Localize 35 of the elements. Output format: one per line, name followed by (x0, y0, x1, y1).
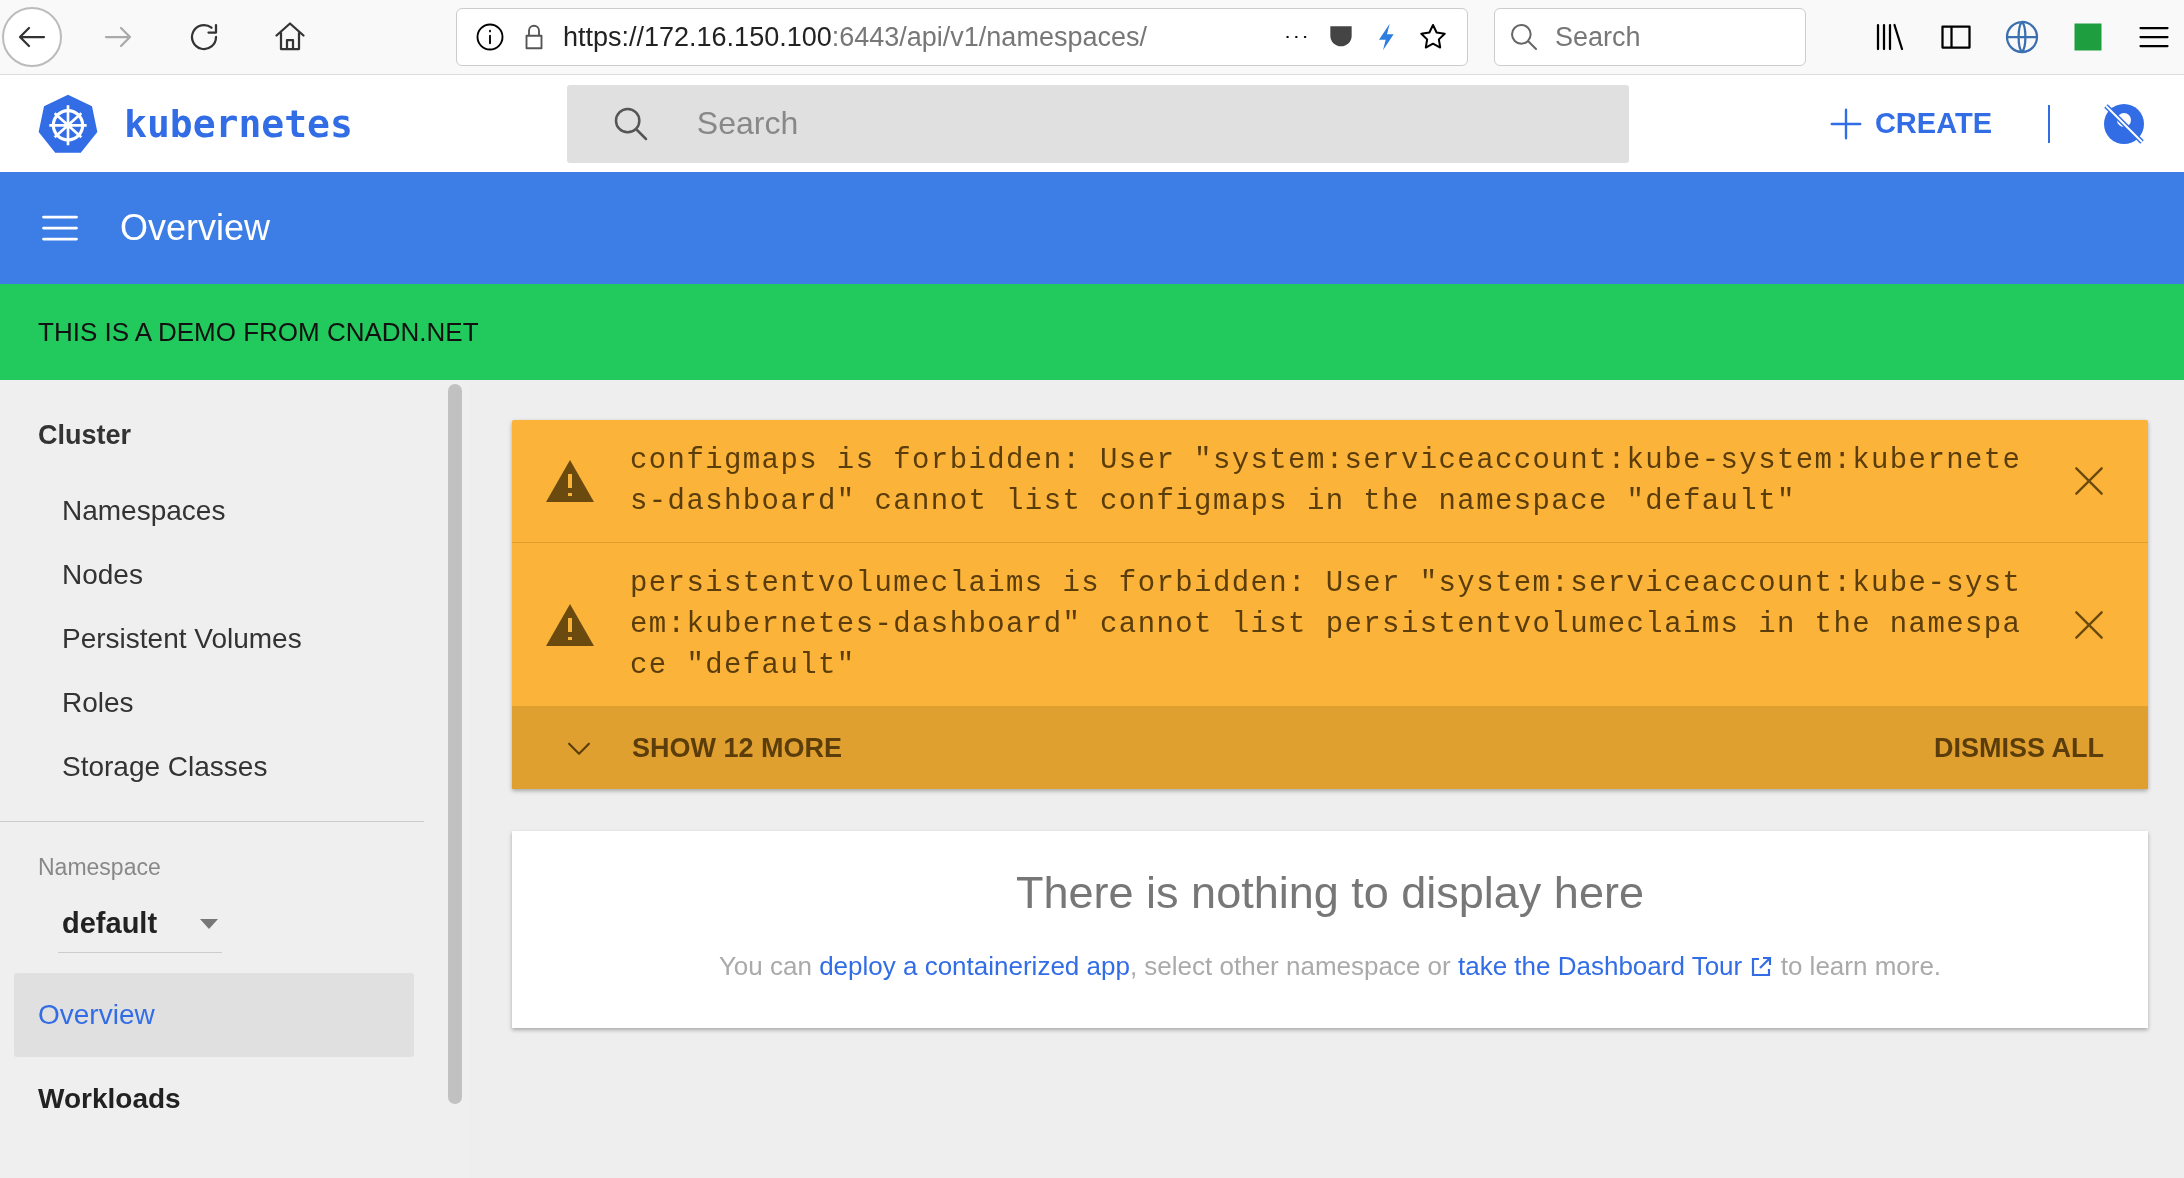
deploy-link[interactable]: deploy a containerized app (819, 951, 1130, 981)
banner-text: THIS IS A DEMO FROM CNADN.NET (38, 316, 479, 348)
dismiss-all-button[interactable]: DISMISS ALL (1934, 724, 2104, 772)
create-button[interactable]: CREATE (1820, 98, 1998, 149)
alert-message: persistentvolumeclaims is forbidden: User "system:serviceaccount:kube-system:kubernetes-dashboard" cannot list persistentvolumeclaims in the namespace "default" (630, 566, 2023, 684)
namespace-select[interactable]: default (58, 897, 222, 953)
search-icon[interactable] (1508, 21, 1540, 53)
alert-message: configmaps is forbidden: User "system:serviceaccount:kube-system:kubernetes-dashboard" cannot list configmaps in the namespace "default" (630, 443, 2023, 520)
sidebar-item[interactable]: Persistent Volumes (0, 607, 424, 671)
dropdown-caret-icon (200, 918, 218, 929)
info-icon[interactable] (475, 22, 505, 52)
warning-icon (546, 603, 594, 646)
namespace-label: Namespace (37, 854, 162, 881)
sidebar-item[interactable]: Storage Classes (0, 735, 424, 799)
nav-item[interactable]: Overview (14, 973, 414, 1057)
nav-item[interactable]: Workloads (14, 1057, 414, 1141)
url-text: https://172.16.150.100:6443/api/v1/namespaces/ (563, 21, 1148, 53)
back-button[interactable] (2, 7, 62, 67)
browser-search-field[interactable]: Search (1494, 8, 1806, 66)
empty-state-message: You can deploy a containerized app, select other namespace or take the Dashboard Tour to learn more. (718, 951, 1942, 982)
show-more-button[interactable]: SHOW 12 MORE (562, 723, 843, 773)
search-field[interactable]: Search (566, 84, 1629, 163)
sidebar-item[interactable]: Namespaces (0, 479, 424, 543)
brand-name[interactable]: kubernetes (124, 101, 353, 146)
tour-link[interactable]: take the Dashboard Tour (1457, 951, 1774, 981)
globe-icon[interactable] (2004, 19, 2040, 55)
address-bar[interactable]: https://172.16.150.100:6443/api/v1/namespaces/ (456, 8, 1468, 66)
warning-icon (546, 460, 594, 502)
scrollbar-thumb[interactable] (448, 384, 462, 1104)
section-title: Cluster (37, 420, 133, 451)
external-link-icon (1749, 955, 1774, 979)
page-title: Overview (120, 207, 271, 249)
sidebar-item[interactable]: Nodes (0, 543, 424, 607)
sidebar-item[interactable]: Roles (0, 671, 424, 735)
empty-state-title: There is nothing to display here (1016, 867, 1644, 919)
